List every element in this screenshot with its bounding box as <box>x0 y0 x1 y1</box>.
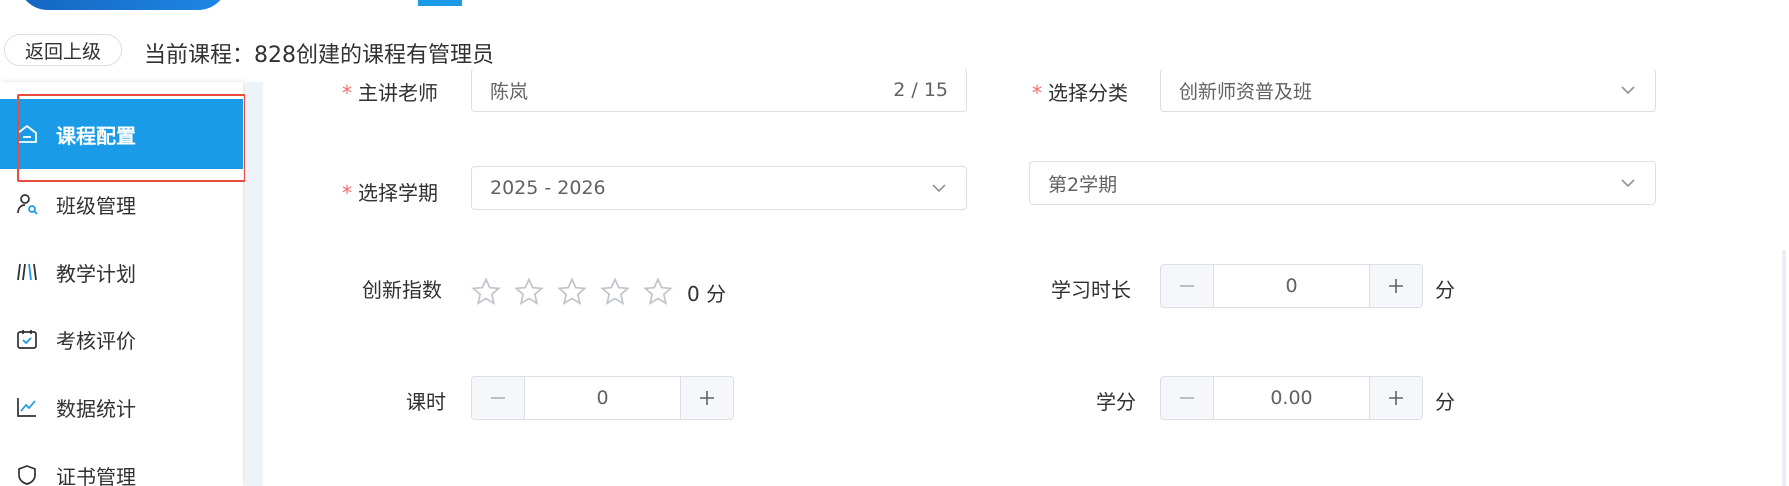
content-gutter <box>245 82 263 486</box>
school-year-select[interactable]: 2025 - 2026 <box>471 166 967 210</box>
sidebar-item-label: 证书管理 <box>56 464 136 486</box>
class-hours-label: 课时 <box>406 390 446 414</box>
credits-value[interactable]: 0.00 <box>1214 377 1369 419</box>
star-icon[interactable] <box>513 276 545 308</box>
increase-button[interactable] <box>1369 377 1422 419</box>
sidebar-item-label: 考核评价 <box>56 328 136 353</box>
innovation-score: 0 分 <box>687 281 727 306</box>
decrease-button[interactable] <box>472 377 525 419</box>
study-duration-unit: 分 <box>1435 278 1455 302</box>
term-value: 第2学期 <box>1048 173 1118 196</box>
required-mark: * <box>342 181 352 205</box>
sidebar-item-assessment[interactable]: 考核评价 <box>0 304 243 374</box>
chevron-down-icon <box>1619 81 1637 99</box>
semester-label-text: 选择学期 <box>358 181 438 205</box>
credits-unit: 分 <box>1435 390 1455 414</box>
plus-icon <box>700 391 714 405</box>
term-select[interactable]: 第2学期 <box>1029 161 1656 205</box>
chevron-down-icon <box>930 179 948 197</box>
minus-icon <box>491 397 505 399</box>
plus-icon <box>1389 391 1403 405</box>
teacher-label-text: 主讲老师 <box>358 81 438 105</box>
chevron-down-icon <box>1619 174 1637 192</box>
star-icon[interactable] <box>470 276 502 308</box>
star-icon[interactable] <box>642 276 674 308</box>
star-icon[interactable] <box>599 276 631 308</box>
category-label: * 选择分类 <box>1032 77 1128 106</box>
plus-icon <box>1389 279 1403 293</box>
calendar-check-icon <box>14 326 40 352</box>
required-mark: * <box>1032 81 1042 105</box>
back-button[interactable]: 返回上级 <box>4 34 122 66</box>
app-logo <box>0 0 225 10</box>
teacher-label: * 主讲老师 <box>342 77 438 106</box>
sidebar-item-label: 课程配置 <box>56 123 136 148</box>
study-duration-stepper[interactable]: 0 <box>1160 264 1423 308</box>
books-icon <box>14 259 40 285</box>
sidebar: 课程配置 班级管理 教学计划 考核评价 数据统计 证书管理 <box>0 82 243 486</box>
credits-stepper[interactable]: 0.00 <box>1160 376 1423 420</box>
category-select[interactable]: 创新师资普及班 <box>1160 68 1656 112</box>
sidebar-item-class-management[interactable]: 班级管理 <box>0 169 243 239</box>
sidebar-item-label: 班级管理 <box>56 193 136 218</box>
teacher-input[interactable]: 陈岚 2 / 15 <box>471 68 967 112</box>
active-top-tab-indicator <box>418 0 462 6</box>
class-hours-value[interactable]: 0 <box>525 377 680 419</box>
sidebar-item-course-config[interactable]: 课程配置 <box>0 99 243 169</box>
school-year-value: 2025 - 2026 <box>490 177 606 199</box>
course-title: 当前课程：828创建的课程有管理员 <box>144 43 494 68</box>
sidebar-item-certificates[interactable]: 证书管理 <box>0 440 243 486</box>
semester-label: * 选择学期 <box>342 177 438 206</box>
category-value: 创新师资普及班 <box>1179 80 1313 103</box>
sidebar-item-label: 教学计划 <box>56 261 136 286</box>
decrease-button[interactable] <box>1161 377 1214 419</box>
innovation-rating[interactable]: 0 分 <box>470 276 726 308</box>
class-hours-stepper[interactable]: 0 <box>471 376 734 420</box>
study-duration-value[interactable]: 0 <box>1214 265 1369 307</box>
shield-icon <box>14 462 40 486</box>
home-icon <box>14 121 40 147</box>
sidebar-item-label: 数据统计 <box>56 396 136 421</box>
increase-button[interactable] <box>680 377 733 419</box>
minus-icon <box>1180 397 1194 399</box>
scrollbar-track <box>1782 250 1786 486</box>
star-icon[interactable] <box>556 276 588 308</box>
decrease-button[interactable] <box>1161 265 1214 307</box>
top-bar <box>0 0 1789 10</box>
line-chart-icon <box>14 394 40 420</box>
minus-icon <box>1180 285 1194 287</box>
sidebar-item-statistics[interactable]: 数据统计 <box>0 372 243 442</box>
sidebar-item-teaching-plan[interactable]: 教学计划 <box>0 237 243 307</box>
study-duration-label: 学习时长 <box>1051 278 1131 302</box>
increase-button[interactable] <box>1369 265 1422 307</box>
credits-label: 学分 <box>1096 390 1136 414</box>
category-label-text: 选择分类 <box>1048 81 1128 105</box>
required-mark: * <box>342 81 352 105</box>
innovation-label: 创新指数 <box>362 278 442 302</box>
teacher-char-count: 2 / 15 <box>893 79 948 101</box>
user-search-icon <box>14 191 40 217</box>
teacher-value: 陈岚 <box>490 80 529 103</box>
